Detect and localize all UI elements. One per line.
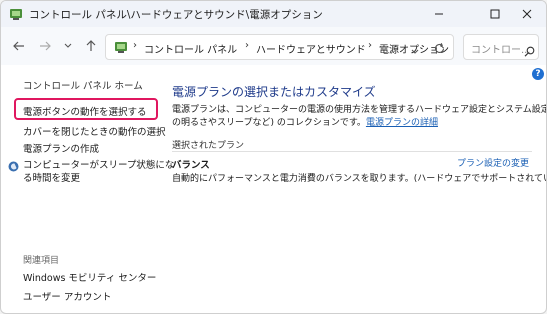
sidebar-item-sleep-line1[interactable]: コンピューターがスリープ状態にな <box>23 157 174 171</box>
address-dropdown-button[interactable] <box>410 42 420 61</box>
search-box[interactable]: コントロー... <box>463 34 539 60</box>
description-line2: の明るさやスリープなど) のコレクションです。電源プランの詳細 <box>172 115 438 128</box>
maximize-icon <box>490 9 500 19</box>
help-icon[interactable]: ? <box>532 68 544 80</box>
power-plan-details-link[interactable]: 電源プランの詳細 <box>366 118 438 128</box>
control-panel-home-link[interactable]: コントロール パネル ホーム <box>23 78 143 92</box>
control-panel-window: コントロール パネル\ハードウェアとサウンド\電源オプション › コントロール … <box>0 0 547 314</box>
navigation-bar: › コントロール パネル › ハードウェアとサウンド › 電源オプション コント… <box>1 27 546 65</box>
chevron-down-icon <box>411 49 419 54</box>
maximize-button[interactable] <box>477 1 513 27</box>
forward-arrow-icon <box>40 41 51 51</box>
sidebar-item-power-button[interactable]: 電源ボタンの動作を選択する <box>23 104 147 118</box>
search-input[interactable]: コントロー... <box>471 41 531 56</box>
refresh-icon <box>434 42 445 54</box>
up-arrow-icon <box>86 40 96 51</box>
search-icon[interactable] <box>524 42 535 61</box>
back-button[interactable] <box>12 39 26 53</box>
sleep-icon <box>8 157 19 172</box>
forward-button[interactable] <box>38 39 52 53</box>
refresh-button[interactable] <box>433 40 446 59</box>
page-title: 電源プランの選択またはカスタマイズ <box>172 85 376 99</box>
related-link-mobility-center[interactable]: Windows モビリティ センター <box>23 270 156 284</box>
plan-description: 自動的にパフォーマンスと電力消費のバランスを取ります。(ハードウェアでサポートさ… <box>172 174 547 184</box>
chevron-down-icon <box>64 43 72 48</box>
minimize-icon <box>435 13 443 15</box>
minimize-button[interactable] <box>421 1 457 27</box>
related-heading: 関連項目 <box>23 256 60 266</box>
change-plan-settings-link[interactable]: プラン設定の変更 <box>457 156 529 169</box>
sidebar-item-sleep-line2[interactable]: る時間を変更 <box>23 170 80 184</box>
breadcrumb-separator: › <box>133 40 137 51</box>
breadcrumb-separator: › <box>245 40 249 51</box>
window-title: コントロール パネル\ハードウェアとサウンド\電源オプション <box>29 9 323 21</box>
plan-name: バランス <box>172 160 210 171</box>
related-link-user-accounts[interactable]: ユーザー アカウント <box>23 289 111 303</box>
up-button[interactable] <box>84 39 98 53</box>
close-button[interactable] <box>509 1 545 27</box>
divider <box>172 151 532 152</box>
close-icon <box>522 9 532 19</box>
control-panel-icon <box>8 6 24 22</box>
description-line1: 電源プランは、コンピューターの電源の使用方法を管理するハードウェア設定とシステム… <box>172 105 547 115</box>
address-bar[interactable]: › コントロール パネル › ハードウェアとサウンド › 電源オプション <box>105 34 454 60</box>
title-bar: コントロール パネル\ハードウェアとサウンド\電源オプション <box>1 1 546 27</box>
control-panel-icon <box>113 40 129 55</box>
back-arrow-icon <box>13 41 24 51</box>
breadcrumb-hardware-sound[interactable]: ハードウェアとサウンド <box>256 41 366 56</box>
sidebar-item-lid-close[interactable]: カバーを閉じたときの動作の選択 <box>23 124 166 138</box>
sidebar-item-create-plan[interactable]: 電源プランの作成 <box>23 141 99 155</box>
breadcrumb-control-panel[interactable]: コントロール パネル <box>144 41 237 56</box>
selected-plan-label: 選択されたプラン <box>172 141 245 151</box>
description-line2-text: の明るさやスリープなど) のコレクションです。 <box>172 118 366 128</box>
recent-locations-button[interactable] <box>61 39 75 53</box>
breadcrumb-separator: › <box>368 40 372 51</box>
